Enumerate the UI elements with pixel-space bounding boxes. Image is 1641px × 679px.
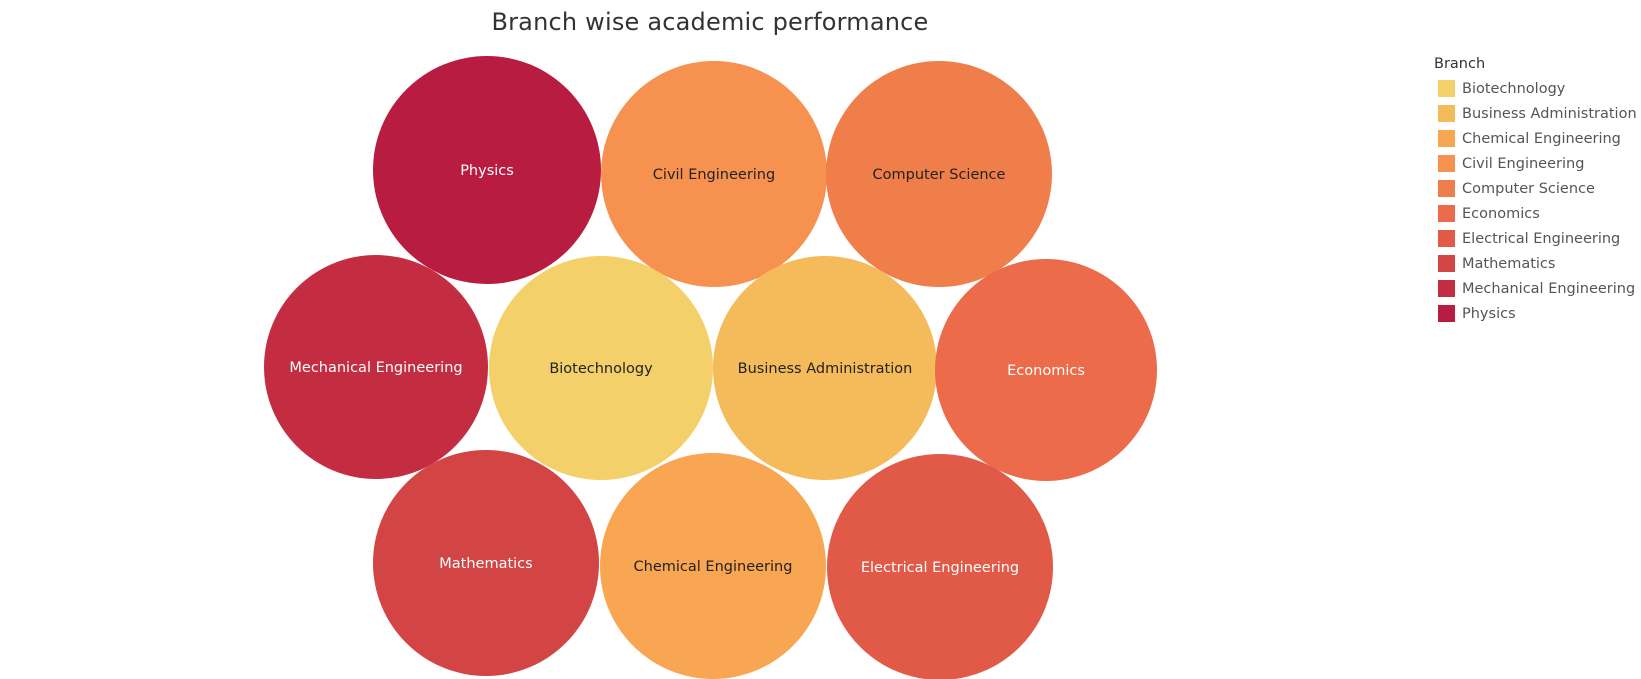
bubble-mathematics[interactable]: Mathematics — [373, 450, 599, 676]
bubble-label-biotechnology: Biotechnology — [549, 361, 653, 377]
legend-item-computer-science[interactable]: Computer Science — [1434, 176, 1639, 201]
legend-swatch-mathematics — [1438, 255, 1455, 272]
legend-swatch-chemical-engineering — [1438, 130, 1455, 147]
bubble-chemical-engineering[interactable]: Chemical Engineering — [600, 453, 826, 679]
bubble-label-civil-engineering: Civil Engineering — [653, 167, 775, 183]
legend-item-electrical-engineering[interactable]: Electrical Engineering — [1434, 226, 1639, 251]
legend-label-economics: Economics — [1462, 205, 1540, 222]
legend-label-mathematics: Mathematics — [1462, 255, 1556, 272]
bubble-label-mathematics: Mathematics — [439, 556, 532, 572]
legend-swatch-computer-science — [1438, 180, 1455, 197]
legend-label-physics: Physics — [1462, 305, 1516, 322]
legend-swatch-mechanical-engineering — [1438, 280, 1455, 297]
legend-swatch-economics — [1438, 205, 1455, 222]
bubble-biotechnology[interactable]: Biotechnology — [489, 256, 713, 480]
legend-label-mechanical-engineering: Mechanical Engineering — [1462, 280, 1636, 297]
bubble-physics[interactable]: Physics — [373, 56, 601, 284]
legend-label-chemical-engineering: Chemical Engineering — [1462, 130, 1621, 147]
bubble-economics[interactable]: Economics — [935, 259, 1157, 481]
legend-swatch-physics — [1438, 305, 1455, 322]
legend-items: Biotechnology Business Administration Chem… — [1434, 76, 1639, 326]
legend-swatch-civil-engineering — [1438, 155, 1455, 172]
bubble-chart: Physics Civil Engineering Computer Science… — [264, 56, 1157, 679]
legend-item-business-administration[interactable]: Business Administration — [1434, 101, 1639, 126]
bubble-mechanical-engineering[interactable]: Mechanical Engineering — [264, 255, 488, 479]
legend-item-chemical-engineering[interactable]: Chemical Engineering — [1434, 126, 1639, 151]
bubble-label-business-administration: Business Administration — [738, 361, 913, 377]
legend-title: Branch — [1434, 56, 1486, 72]
bubble-computer-science[interactable]: Computer Science — [826, 61, 1052, 287]
bubble-label-chemical-engineering: Chemical Engineering — [634, 559, 793, 575]
bubble-label-physics: Physics — [460, 163, 514, 179]
bubble-label-computer-science: Computer Science — [873, 167, 1006, 183]
legend-item-economics[interactable]: Economics — [1434, 201, 1639, 226]
legend-label-computer-science: Computer Science — [1462, 180, 1595, 197]
legend-item-mechanical-engineering[interactable]: Mechanical Engineering — [1434, 276, 1639, 301]
bubble-label-mechanical-engineering: Mechanical Engineering — [289, 360, 462, 376]
bubble-civil-engineering[interactable]: Civil Engineering — [601, 61, 827, 287]
legend-item-civil-engineering[interactable]: Civil Engineering — [1434, 151, 1639, 176]
legend-label-electrical-engineering: Electrical Engineering — [1462, 230, 1621, 247]
bubble-business-administration[interactable]: Business Administration — [713, 256, 937, 480]
legend-item-mathematics[interactable]: Mathematics — [1434, 251, 1639, 276]
legend-item-physics[interactable]: Physics — [1434, 301, 1639, 326]
bubble-electrical-engineering[interactable]: Electrical Engineering — [827, 454, 1053, 679]
bubble-label-economics: Economics — [1007, 363, 1085, 379]
legend-swatch-biotechnology — [1438, 80, 1455, 97]
legend-swatch-electrical-engineering — [1438, 230, 1455, 247]
legend-swatch-business-administration — [1438, 105, 1455, 122]
legend-label-civil-engineering: Civil Engineering — [1462, 155, 1585, 172]
legend-label-biotechnology: Biotechnology — [1462, 80, 1566, 97]
legend-item-biotechnology[interactable]: Biotechnology — [1434, 76, 1639, 101]
legend-label-business-administration: Business Administration — [1462, 105, 1637, 122]
legend: Branch Biotechnology Business Administrat… — [1434, 56, 1639, 326]
chart-canvas: Branch wise academic performance Physics… — [0, 0, 1641, 679]
bubble-label-electrical-engineering: Electrical Engineering — [861, 560, 1019, 576]
